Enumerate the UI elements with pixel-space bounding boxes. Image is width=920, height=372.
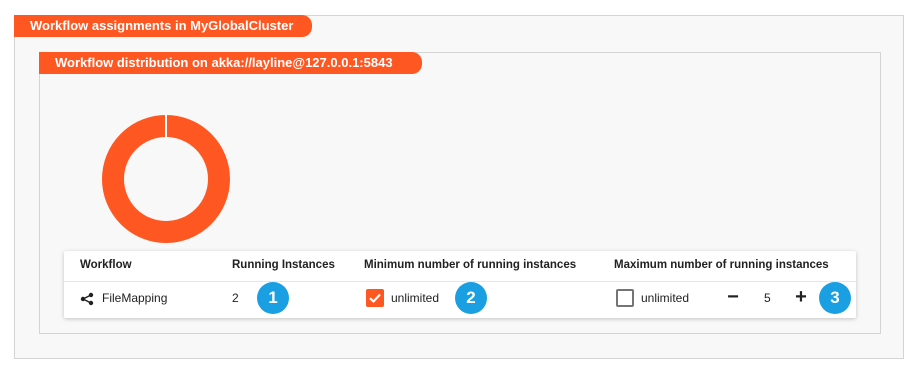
maximum-unlimited-label: unlimited (641, 291, 690, 305)
minimum-unlimited-checkbox[interactable] (366, 289, 384, 307)
workflow-name[interactable]: FileMapping (102, 291, 167, 305)
distribution-panel-title: Workflow distribution on akka://layline@… (39, 52, 422, 74)
callout-badge-1: 1 (257, 282, 289, 314)
header-workflow: Workflow (80, 259, 132, 271)
running-instances-value: 2 (232, 291, 239, 305)
decrement-button[interactable]: − (725, 287, 741, 307)
check-icon (369, 293, 381, 304)
header-running-instances: Running Instances (232, 259, 335, 271)
callout-badge-2: 2 (455, 282, 487, 314)
workflow-assignments-panel: Workflow assignments in MyGlobalCluster … (14, 15, 904, 359)
header-maximum-instances: Maximum number of running instances (614, 259, 829, 271)
minimum-unlimited-label: unlimited (391, 291, 440, 305)
workflow-share-icon (80, 292, 94, 306)
header-minimum-instances: Minimum number of running instances (364, 259, 577, 271)
distribution-donut-chart (102, 115, 230, 243)
header-divider (64, 281, 856, 282)
callout-badge-3: 3 (819, 282, 851, 314)
maximum-instances-value[interactable]: 5 (764, 291, 771, 305)
increment-button[interactable]: + (793, 287, 809, 307)
donut-segment-filemapping (102, 115, 230, 243)
maximum-unlimited-checkbox[interactable] (616, 289, 634, 307)
panel-title: Workflow assignments in MyGlobalCluster (14, 15, 312, 37)
workflow-table: Workflow Running Instances Minimum numbe… (64, 251, 856, 318)
workflow-distribution-panel: Workflow distribution on akka://layline@… (39, 52, 881, 334)
